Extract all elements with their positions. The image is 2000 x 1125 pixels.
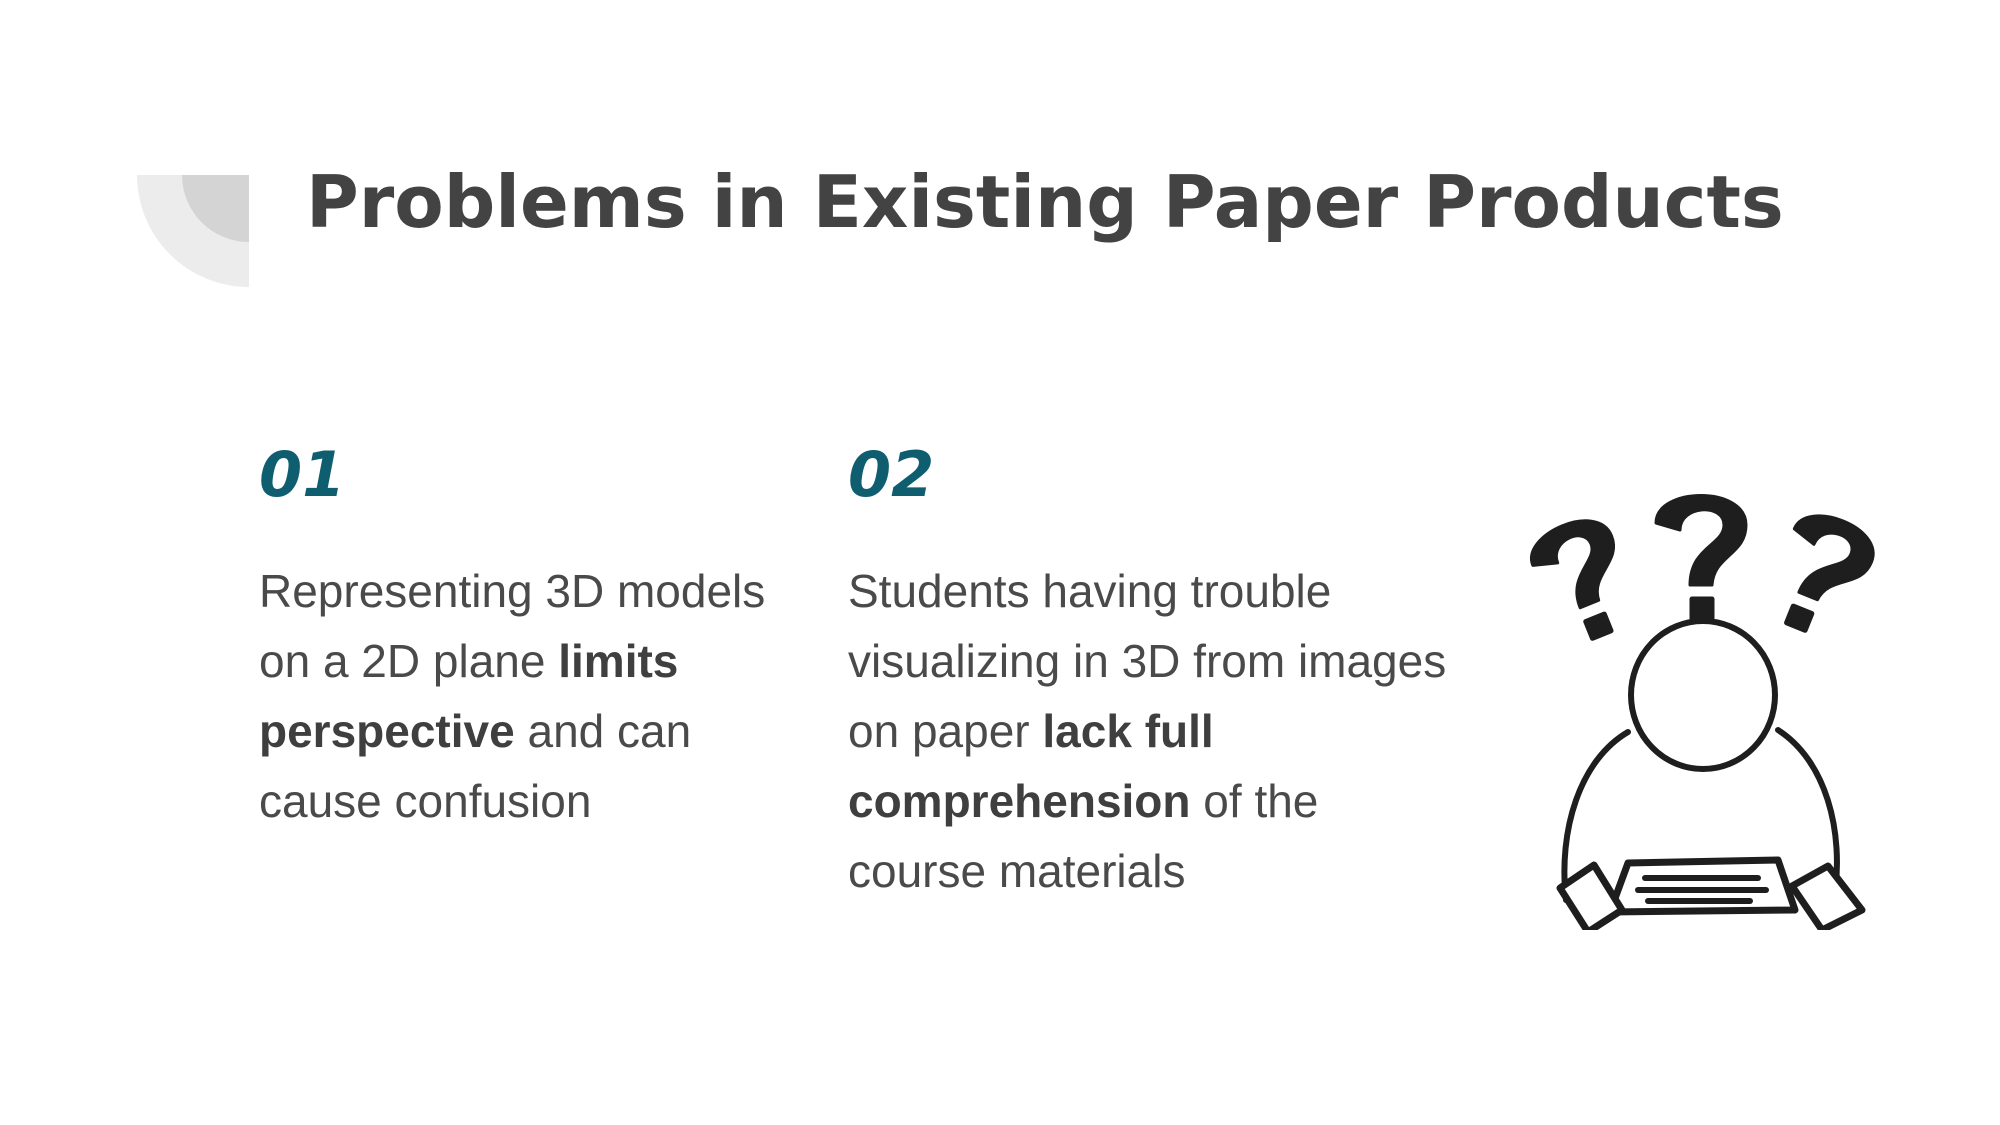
point-number: 01 [259, 438, 346, 511]
point-1: 01 Representing 3D models on a 2D plane … [259, 430, 819, 836]
point-text: Students having trouble visualizing in 3… [848, 556, 1448, 906]
confused-person-question-marks-icon [1530, 494, 1875, 930]
point-text: Representing 3D models on a 2D plane lim… [259, 556, 819, 836]
slide-title: Problems in Existing Paper Products [306, 160, 1784, 244]
point-2: 02 Students having trouble visualizing i… [848, 430, 1448, 906]
corner-decoration [137, 175, 249, 287]
point-text-part: Representing 3D models on a 2D plane [259, 565, 766, 687]
point-number: 02 [848, 438, 935, 511]
